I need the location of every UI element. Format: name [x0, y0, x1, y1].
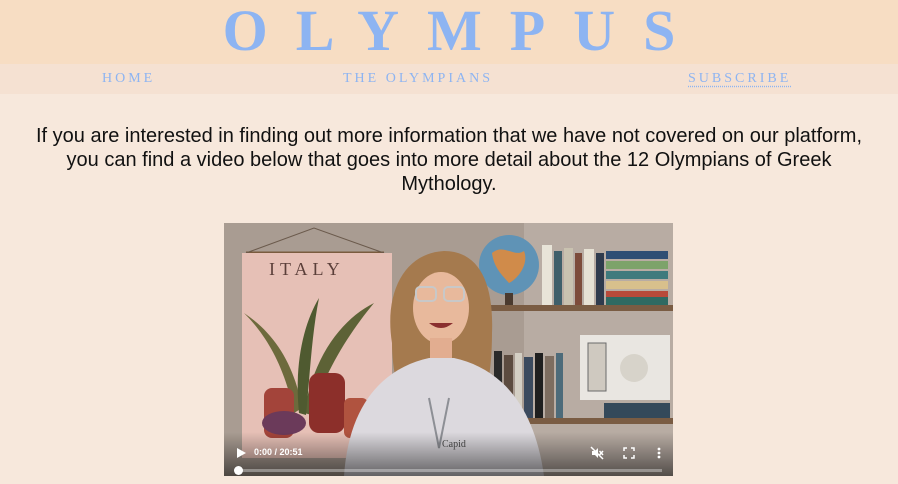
main-nav: HOME THE OLYMPIANS SUBSCRIBE — [0, 64, 898, 94]
video-player[interactable]: ITALY 0:00 / 20:51 — [224, 223, 673, 476]
nav-link-subscribe[interactable]: SUBSCRIBE — [688, 64, 791, 94]
more-vertical-icon[interactable] — [652, 446, 666, 460]
play-icon[interactable] — [234, 446, 248, 460]
nav-link-the-olympians[interactable]: THE OLYMPIANS — [343, 64, 493, 94]
site-header: OLYMPUS — [0, 0, 898, 64]
video-time: 0:00 / 20:51 — [254, 447, 303, 457]
poster-banner-text: ITALY — [269, 259, 345, 279]
video-controls: 0:00 / 20:51 — [224, 432, 673, 476]
video-progress-thumb[interactable] — [234, 466, 243, 475]
intro-paragraph: If you are interested in finding out mor… — [35, 125, 862, 195]
mute-icon[interactable] — [590, 446, 604, 460]
fullscreen-icon[interactable] — [622, 446, 636, 460]
video-progress-bar[interactable] — [234, 466, 662, 475]
site-logo: OLYMPUS — [222, 0, 704, 63]
nav-link-home[interactable]: HOME — [102, 64, 155, 94]
